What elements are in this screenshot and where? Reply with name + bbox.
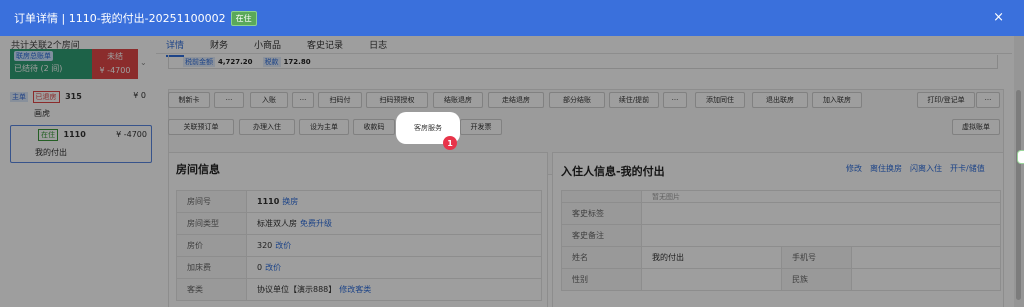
more-button[interactable]: ··· (214, 92, 244, 108)
virtual-bill-button[interactable]: 虚拟账单 (952, 119, 1000, 135)
room-rate-value: 320 (257, 241, 273, 250)
unpaid-amount: ¥ -4700 (99, 66, 131, 75)
guest-class-label: 客类 (176, 278, 247, 301)
print-registration-button[interactable]: 打印/登记单 (917, 92, 975, 108)
make-card-button[interactable]: 制新卡 (168, 92, 210, 108)
pretax-tag: 税前金额 (183, 56, 215, 67)
leave-change-room-link[interactable]: 离住换房 (870, 163, 902, 174)
change-guest-class-link[interactable]: 修改客类 (339, 285, 371, 294)
room-type-label: 房间类型 (176, 212, 247, 235)
gender-label: 性别 (561, 268, 642, 291)
change-rate-link[interactable]: 改价 (275, 241, 291, 250)
summary-status: 已结待 (2 间) (14, 64, 63, 73)
room-item-current[interactable]: 在住 1110 ¥ -4700 我的付出 (10, 125, 152, 163)
photo-placeholder: 暂无图片 (641, 190, 1001, 203)
room-guest-name: 画虎 (34, 109, 50, 118)
room-amount: ¥ -4700 (116, 130, 147, 139)
extra-bed-value: 0 (257, 263, 263, 272)
summary-card[interactable]: 联房总账单 已结待 (2 间) 未结 ¥ -4700 (10, 49, 138, 79)
free-upgrade-link[interactable]: 免费升级 (300, 219, 332, 228)
issue-invoice-button[interactable]: 开发票 (460, 119, 502, 135)
room-info-table: 房间号 1110 换房 房间类型 标准双人房 免费升级 房价 320 改价 加床费 0 改价 客… (176, 190, 542, 301)
room-item[interactable]: 主单 已退房 315 ¥ 0 画虎 (10, 91, 150, 119)
dialog-title: 订单详情 | 1110-我的付出-20251100002 (14, 12, 226, 25)
close-icon[interactable]: × (993, 10, 1004, 25)
payment-qr-button[interactable]: 收款码 (353, 119, 395, 135)
scrollbar-thumb[interactable] (1016, 90, 1021, 300)
extend-stay-button[interactable]: 续住/提前 (609, 92, 659, 108)
guest-info-title: 入住人信息-我的付出 (561, 165, 665, 178)
quick-leave-checkin-link[interactable]: 闪离入住 (910, 163, 942, 174)
walkout-checkout-button[interactable]: 走结退房 (488, 92, 544, 108)
room-status-tag: 已退房 (32, 91, 60, 103)
pretax-value: 4,727.20 (218, 57, 253, 66)
chevron-down-icon[interactable]: ⌄ (140, 58, 147, 67)
phone-label: 手机号 (781, 246, 852, 269)
leave-linked-rooms-button[interactable]: 退出联房 (752, 92, 808, 108)
room-info-panel: 房间信息 房间号 1110 换房 房间类型 标准双人房 免费升级 房价 320 改价 加床费… (168, 152, 548, 307)
step-marker: 1 (443, 136, 457, 150)
scan-preauth-button[interactable]: 扫码预授权 (366, 92, 428, 108)
add-cohabitant-button[interactable]: 添加同住 (695, 92, 745, 108)
ethnicity-label: 民族 (781, 268, 852, 291)
change-room-link[interactable]: 换房 (282, 197, 298, 206)
guest-info-table: 暂无图片 客史标签 客史备注 姓名 我的付出 手机号 性别 民族 (561, 190, 1001, 291)
room-rate-label: 房价 (176, 234, 247, 257)
more-button[interactable]: ··· (292, 92, 314, 108)
join-linked-rooms-button[interactable]: 加入联房 (812, 92, 862, 108)
room-status-tag: 在住 (38, 129, 58, 141)
checkout-button[interactable]: 结账退房 (433, 92, 483, 108)
guest-class-value: 协议单位【演示888】 (257, 285, 337, 294)
room-number: 315 (65, 92, 82, 101)
more-button[interactable]: ··· (663, 92, 687, 108)
guest-remark-label: 客史备注 (561, 224, 642, 247)
room-number-label: 房间号 (176, 190, 247, 213)
name-label: 姓名 (561, 246, 642, 269)
post-charge-button[interactable]: 入账 (250, 92, 288, 108)
main-order-tag: 主单 (10, 92, 28, 102)
room-info-title: 房间信息 (176, 163, 220, 176)
edit-guest-link[interactable]: 修改 (846, 163, 862, 174)
room-list-panel: 共计关联2个房间 联房总账单 已结待 (2 间) 未结 ¥ -4700 ⌄ 主单… (0, 36, 156, 307)
side-handle-icon[interactable] (1017, 150, 1024, 164)
more-button[interactable]: ··· (976, 92, 1000, 108)
name-value: 我的付出 (641, 246, 782, 269)
guest-action-links: 修改 离住换房 闪离入住 开卡/储值 (846, 163, 985, 174)
scan-pay-button[interactable]: 扫码付 (318, 92, 362, 108)
check-in-button[interactable]: 办理入住 (239, 119, 295, 135)
link-reservation-button[interactable]: 关联预订单 (168, 119, 234, 135)
summary-tag: 联房总账单 (14, 51, 53, 61)
tax-tag: 税款 (262, 56, 281, 67)
extra-bed-label: 加床费 (176, 256, 247, 279)
room-type-value: 标准双人房 (257, 219, 297, 228)
dialog-header: 订单详情 | 1110-我的付出-20251100002 在住 × (0, 0, 1024, 36)
room-number: 1110 (63, 130, 86, 139)
fee-summary-bar: 税前金额 4,727.20 税款 172.80 (168, 55, 998, 69)
change-extra-bed-link[interactable]: 改价 (265, 263, 281, 272)
card-topup-link[interactable]: 开卡/储值 (950, 163, 985, 174)
set-main-order-button[interactable]: 设为主单 (299, 119, 349, 135)
status-badge: 在住 (230, 10, 257, 26)
room-number-value: 1110 (257, 197, 280, 206)
room-guest-name: 我的付出 (35, 148, 67, 157)
guest-tag-label: 客史标签 (561, 202, 642, 225)
partial-settle-button[interactable]: 部分结账 (549, 92, 605, 108)
room-amount: ¥ 0 (133, 91, 146, 100)
tax-value: 172.80 (283, 57, 311, 66)
guest-info-panel: 入住人信息-我的付出 暂无图片 客史标签 客史备注 姓名 我的付出 手机号 性别 民族 (552, 152, 1004, 307)
unpaid-label: 未结 (107, 52, 123, 61)
